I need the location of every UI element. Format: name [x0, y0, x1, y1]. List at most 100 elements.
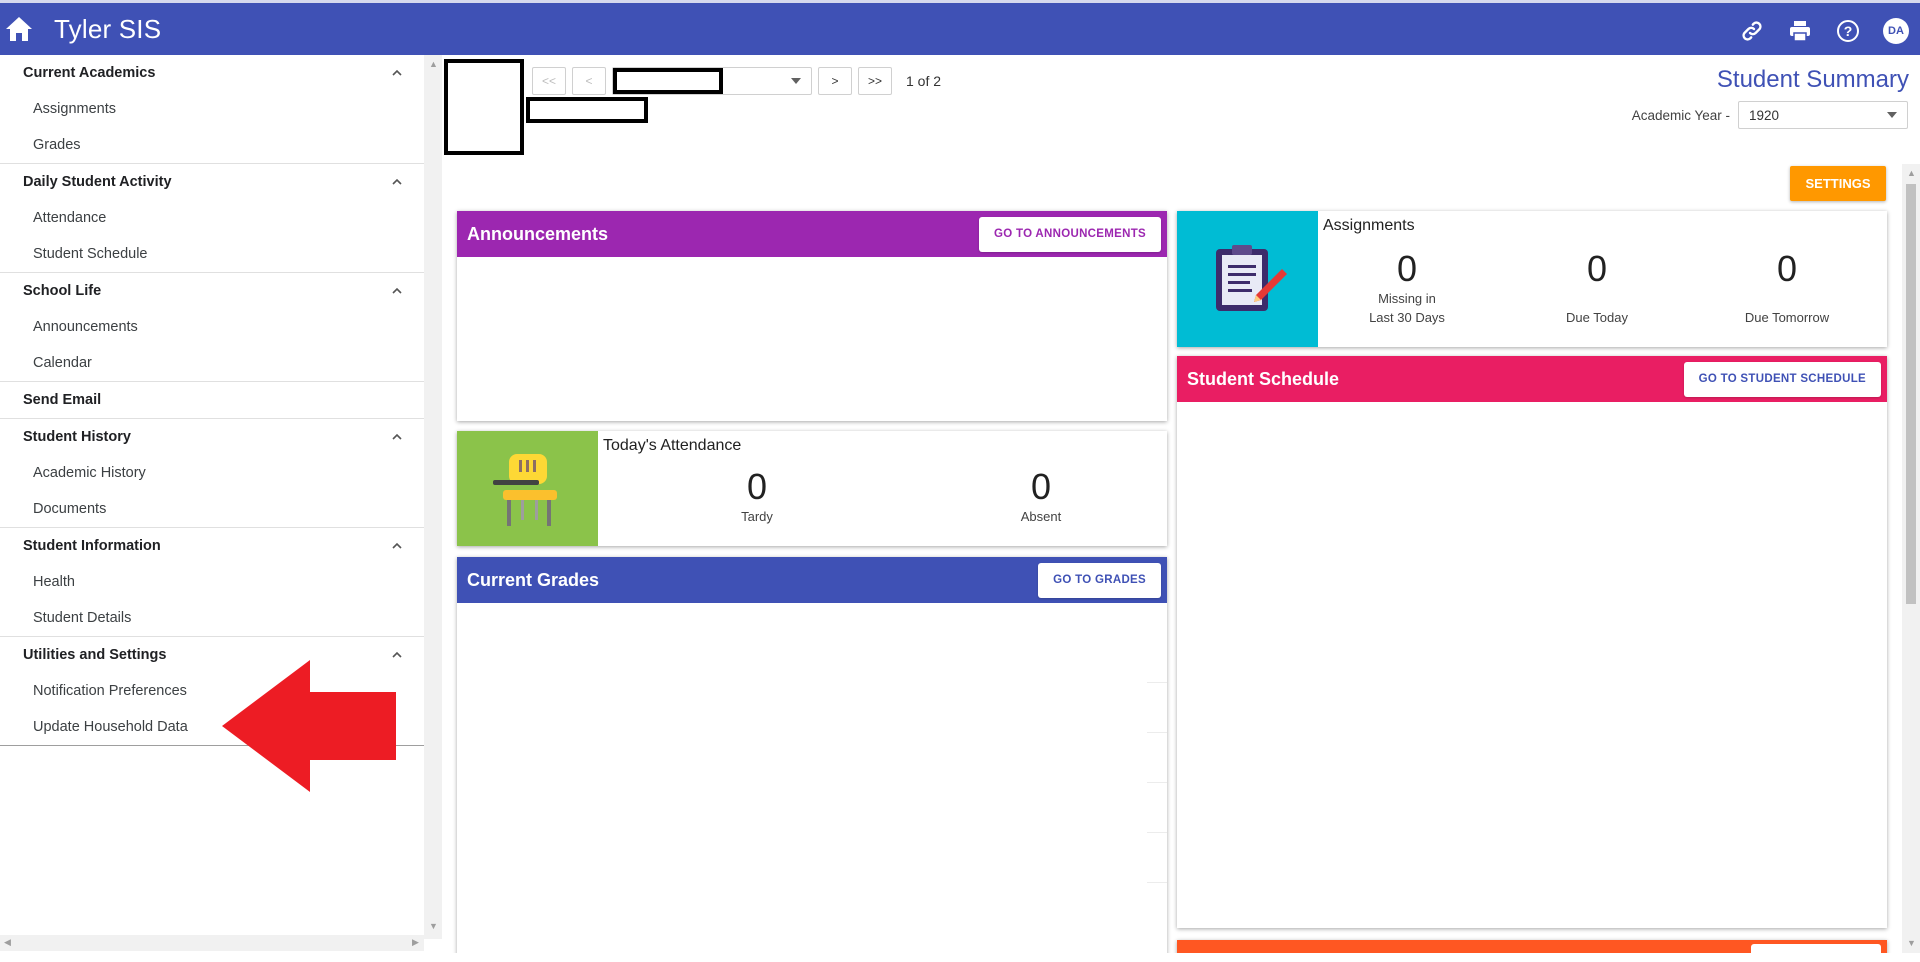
nav-section-school-life: School Life Announcements Calendar [0, 273, 424, 382]
nav-header-student-history[interactable]: Student History [0, 419, 424, 455]
nav-header-daily-student-activity[interactable]: Daily Student Activity [0, 164, 424, 200]
print-icon[interactable] [1784, 15, 1816, 47]
redacted-student-info [526, 97, 648, 123]
go-to-grades-button[interactable]: GO TO GRADES [1038, 562, 1161, 598]
announcements-title: Announcements [467, 223, 609, 244]
student-schedule-card: Student Schedule GO TO STUDENT SCHEDULE [1177, 356, 1887, 928]
nav-header-label: Send Email [23, 392, 102, 408]
scroll-down-arrow-icon[interactable]: ▼ [429, 921, 438, 931]
missing-stat: 0 Missing in Last 30 Days [1337, 249, 1477, 327]
academic-year-value: 1920 [1749, 107, 1780, 123]
sidebar-item-documents[interactable]: Documents [0, 491, 424, 527]
sidebar-item-announcements[interactable]: Announcements [0, 309, 424, 345]
chevron-down-icon [1887, 112, 1897, 118]
nav-section-student-information: Student Information Health Student Detai… [0, 528, 424, 637]
bottom-card-partial [1177, 940, 1887, 953]
scroll-up-arrow-icon[interactable]: ▲ [429, 59, 438, 69]
nav-header-label: Current Academics [23, 65, 156, 81]
settings-button[interactable]: SETTINGS [1790, 166, 1886, 201]
scroll-right-arrow-icon[interactable]: ▶ [412, 937, 419, 948]
sidebar-item-student-details[interactable]: Student Details [0, 600, 424, 636]
nav-section-send-email: Send Email [0, 382, 424, 419]
previous-student-button[interactable]: < [572, 67, 606, 95]
page-count: 1 of 2 [906, 73, 942, 89]
sidebar-item-attendance[interactable]: Attendance [0, 200, 424, 236]
sidebar-item-grades[interactable]: Grades [0, 127, 424, 163]
absent-stat: 0 Absent [971, 467, 1111, 526]
sidebar-vertical-scrollbar[interactable]: ▲ ▼ [424, 55, 442, 939]
scroll-left-arrow-icon[interactable]: ◀ [4, 937, 11, 948]
sidebar-item-assignments[interactable]: Assignments [0, 91, 424, 127]
user-avatar-button[interactable]: DA [1880, 15, 1912, 47]
svg-text:?: ? [1844, 23, 1853, 39]
missing-label-line-1: Missing in [1378, 291, 1436, 306]
go-to-announcements-button[interactable]: GO TO ANNOUNCEMENTS [978, 216, 1161, 252]
absent-count: 0 [1030, 466, 1052, 507]
student-select[interactable] [612, 67, 812, 95]
redacted-student-name [613, 68, 723, 94]
link-icon[interactable] [1736, 15, 1768, 47]
sidebar-item-student-schedule[interactable]: Student Schedule [0, 236, 424, 272]
nav-header-current-academics[interactable]: Current Academics [0, 55, 424, 91]
first-student-button[interactable]: << [532, 67, 566, 95]
student-pager: << < > >> 1 of 2 [532, 67, 941, 95]
attendance-card: Today's Attendance 0 Tardy 0 Absent [457, 431, 1167, 546]
current-grades-card: Current Grades GO TO GRADES [457, 557, 1167, 953]
missing-label-line-2: Last 30 Days [1369, 310, 1445, 325]
sidebar: Current Academics Assignments Grades Dai… [0, 55, 424, 962]
bottom-card-header [1177, 940, 1887, 953]
announcements-header: Announcements GO TO ANNOUNCEMENTS [457, 211, 1167, 257]
academic-year-label: Academic Year - [1631, 107, 1730, 123]
main-vertical-scrollbar[interactable]: ▲ ▼ [1902, 164, 1920, 953]
tardy-count: 0 [746, 466, 768, 507]
due-today-count: 0 [1586, 248, 1608, 289]
scroll-up-arrow-icon[interactable]: ▲ [1907, 168, 1916, 178]
absent-label: Absent [1020, 509, 1062, 524]
sidebar-item-academic-history[interactable]: Academic History [0, 455, 424, 491]
missing-count: 0 [1396, 248, 1418, 289]
nav-section-student-history: Student History Academic History Documen… [0, 419, 424, 528]
avatar: DA [1883, 17, 1909, 44]
attendance-title: Today's Attendance [603, 437, 742, 454]
assignments-tile [1177, 211, 1318, 347]
scroll-down-arrow-icon[interactable]: ▼ [1907, 938, 1916, 948]
due-tomorrow-label: Due Tomorrow [1744, 310, 1830, 325]
assignments-title: Assignments [1323, 217, 1415, 234]
chevron-up-icon [392, 178, 402, 185]
chair-icon [492, 453, 557, 526]
home-icon[interactable] [2, 12, 36, 46]
app-title: Tyler SIS [54, 13, 162, 44]
due-tomorrow-count: 0 [1776, 248, 1798, 289]
chevron-up-icon [392, 287, 402, 294]
nav-section-daily-student-activity: Daily Student Activity Attendance Studen… [0, 164, 424, 273]
chevron-up-icon [392, 433, 402, 440]
go-to-student-schedule-button[interactable]: GO TO STUDENT SCHEDULE [1683, 361, 1881, 397]
sidebar-item-calendar[interactable]: Calendar [0, 345, 424, 381]
student-photo [444, 59, 524, 155]
due-tomorrow-stat: 0 Due Tomorrow [1717, 249, 1857, 327]
nav-header-send-email[interactable]: Send Email [0, 382, 424, 418]
next-student-button[interactable]: > [818, 67, 852, 95]
due-today-label: Due Today [1566, 310, 1628, 325]
due-today-stat: 0 Due Today [1527, 249, 1667, 327]
nav-header-label: Student Information [23, 538, 161, 554]
sidebar-item-health[interactable]: Health [0, 564, 424, 600]
last-student-button[interactable]: >> [858, 67, 892, 95]
page-title: Student Summary [1716, 66, 1909, 93]
top-bar: Tyler SIS ? DA [0, 0, 1920, 55]
student-schedule-title: Student Schedule [1187, 368, 1340, 389]
tardy-label: Tardy [741, 509, 773, 524]
nav-header-label: Utilities and Settings [23, 647, 167, 663]
sidebar-horizontal-scrollbar[interactable]: ◀ ▶ [0, 935, 424, 951]
chevron-up-icon [392, 542, 402, 549]
help-icon[interactable]: ? [1832, 15, 1864, 47]
tardy-stat: 0 Tardy [687, 467, 827, 526]
current-grades-title: Current Grades [467, 569, 600, 590]
chevron-up-icon [392, 69, 402, 76]
clipboard-icon [1215, 245, 1287, 311]
bottom-card-button[interactable] [1751, 944, 1881, 953]
nav-header-student-information[interactable]: Student Information [0, 528, 424, 564]
nav-header-school-life[interactable]: School Life [0, 273, 424, 309]
main-scroll-thumb[interactable] [1906, 184, 1916, 604]
academic-year-select[interactable]: 1920 [1738, 101, 1908, 129]
